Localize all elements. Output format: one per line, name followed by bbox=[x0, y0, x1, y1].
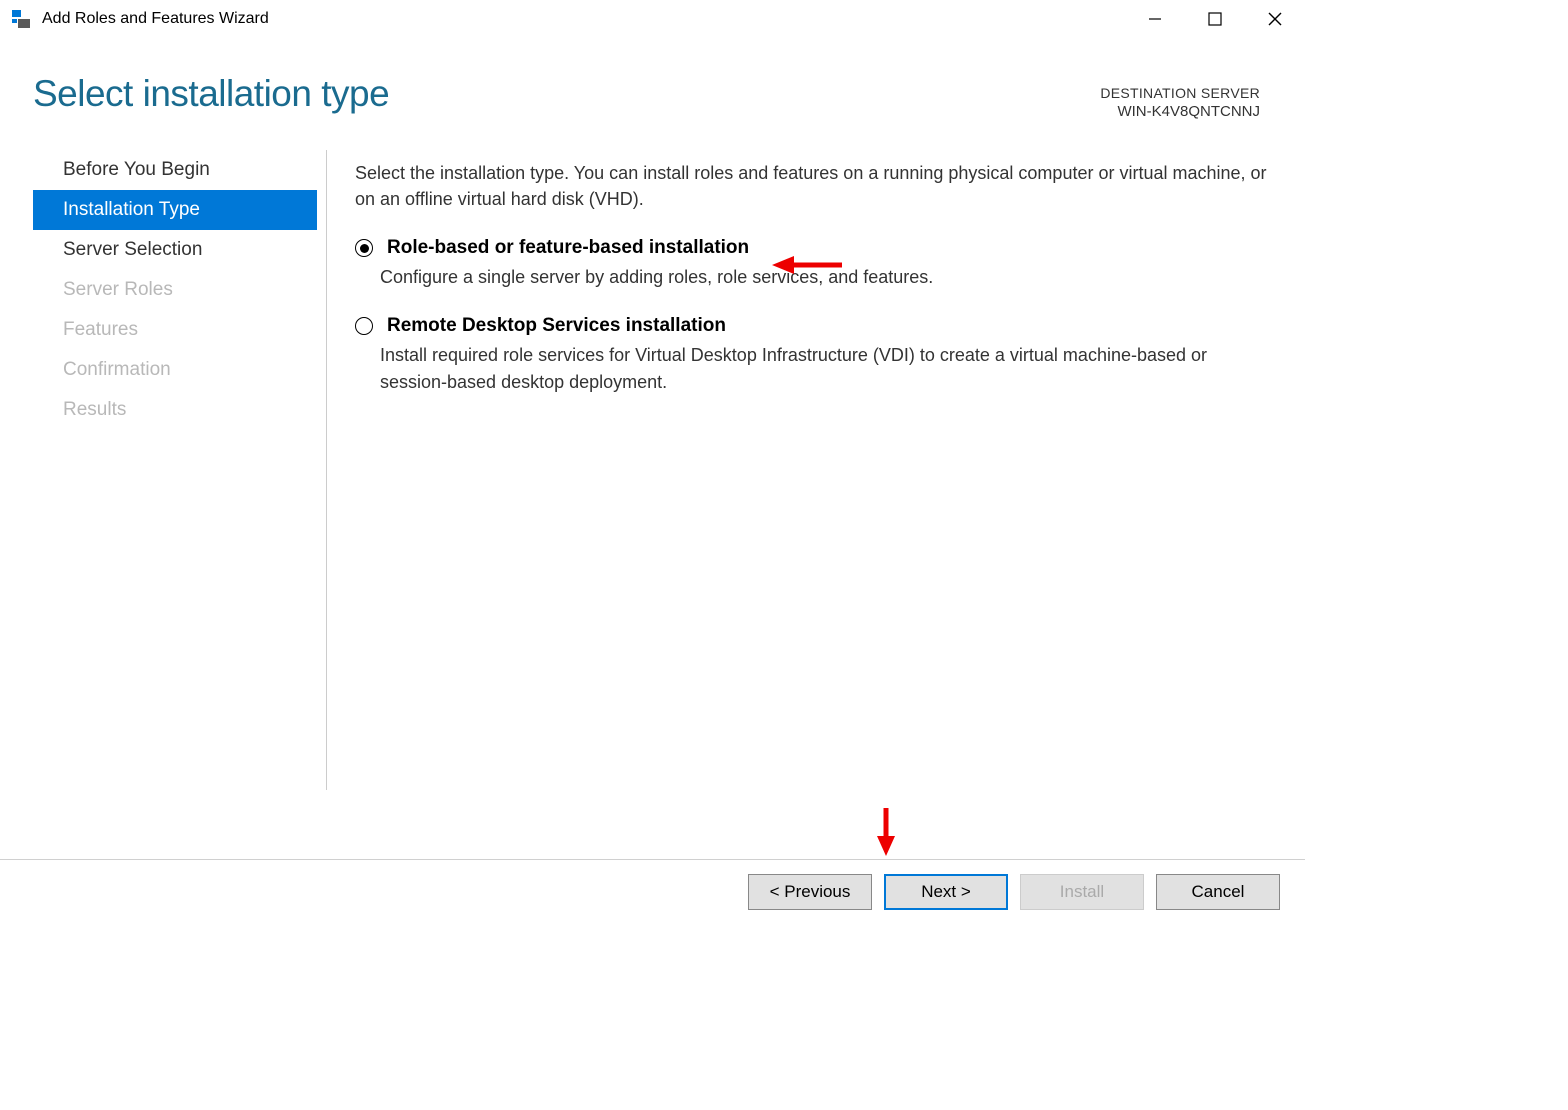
main-content: Select the installation type. You can in… bbox=[327, 150, 1305, 430]
destination-label: DESTINATION SERVER bbox=[1100, 85, 1260, 101]
option-remote-desktop: Remote Desktop Services installation Ins… bbox=[355, 315, 1270, 396]
window-controls bbox=[1125, 0, 1305, 38]
option-title[interactable]: Remote Desktop Services installation bbox=[387, 315, 726, 337]
titlebar: Add Roles and Features Wizard bbox=[0, 0, 1305, 38]
option-header: Remote Desktop Services installation bbox=[355, 315, 1270, 337]
radio-remote-desktop[interactable] bbox=[355, 317, 373, 335]
content-area: Before You Begin Installation Type Serve… bbox=[0, 150, 1305, 430]
wizard-footer: < Previous Next > Install Cancel bbox=[0, 859, 1305, 924]
radio-role-based[interactable] bbox=[355, 239, 373, 257]
nav-button-group: < Previous Next > bbox=[748, 874, 1008, 910]
sidebar-item-features: Features bbox=[33, 310, 317, 350]
next-button[interactable]: Next > bbox=[884, 874, 1008, 910]
description-text: Select the installation type. You can in… bbox=[355, 160, 1270, 212]
cancel-button[interactable]: Cancel bbox=[1156, 874, 1280, 910]
titlebar-left: Add Roles and Features Wizard bbox=[10, 8, 269, 30]
maximize-button[interactable] bbox=[1185, 0, 1245, 38]
server-manager-icon bbox=[10, 8, 32, 30]
sidebar-item-before-you-begin[interactable]: Before You Begin bbox=[33, 150, 317, 190]
install-button: Install bbox=[1020, 874, 1144, 910]
window-title: Add Roles and Features Wizard bbox=[42, 10, 269, 28]
previous-button[interactable]: < Previous bbox=[748, 874, 872, 910]
destination-server: WIN-K4V8QNTCNNJ bbox=[1100, 103, 1260, 120]
sidebar-item-server-selection[interactable]: Server Selection bbox=[33, 230, 317, 270]
header-area: Select installation type DESTINATION SER… bbox=[0, 38, 1305, 140]
sidebar: Before You Begin Installation Type Serve… bbox=[0, 150, 327, 430]
minimize-button[interactable] bbox=[1125, 0, 1185, 38]
close-button[interactable] bbox=[1245, 0, 1305, 38]
sidebar-item-confirmation: Confirmation bbox=[33, 350, 317, 390]
option-title[interactable]: Role-based or feature-based installation bbox=[387, 237, 749, 259]
sidebar-item-server-roles: Server Roles bbox=[33, 270, 317, 310]
destination-info: DESTINATION SERVER WIN-K4V8QNTCNNJ bbox=[1100, 85, 1260, 120]
page-title: Select installation type bbox=[33, 73, 389, 115]
option-description: Install required role services for Virtu… bbox=[355, 342, 1270, 396]
annotation-arrow-down-icon bbox=[875, 808, 897, 861]
sidebar-item-installation-type[interactable]: Installation Type bbox=[33, 190, 317, 230]
annotation-arrow-right-icon bbox=[772, 254, 842, 281]
sidebar-item-results: Results bbox=[33, 390, 317, 430]
